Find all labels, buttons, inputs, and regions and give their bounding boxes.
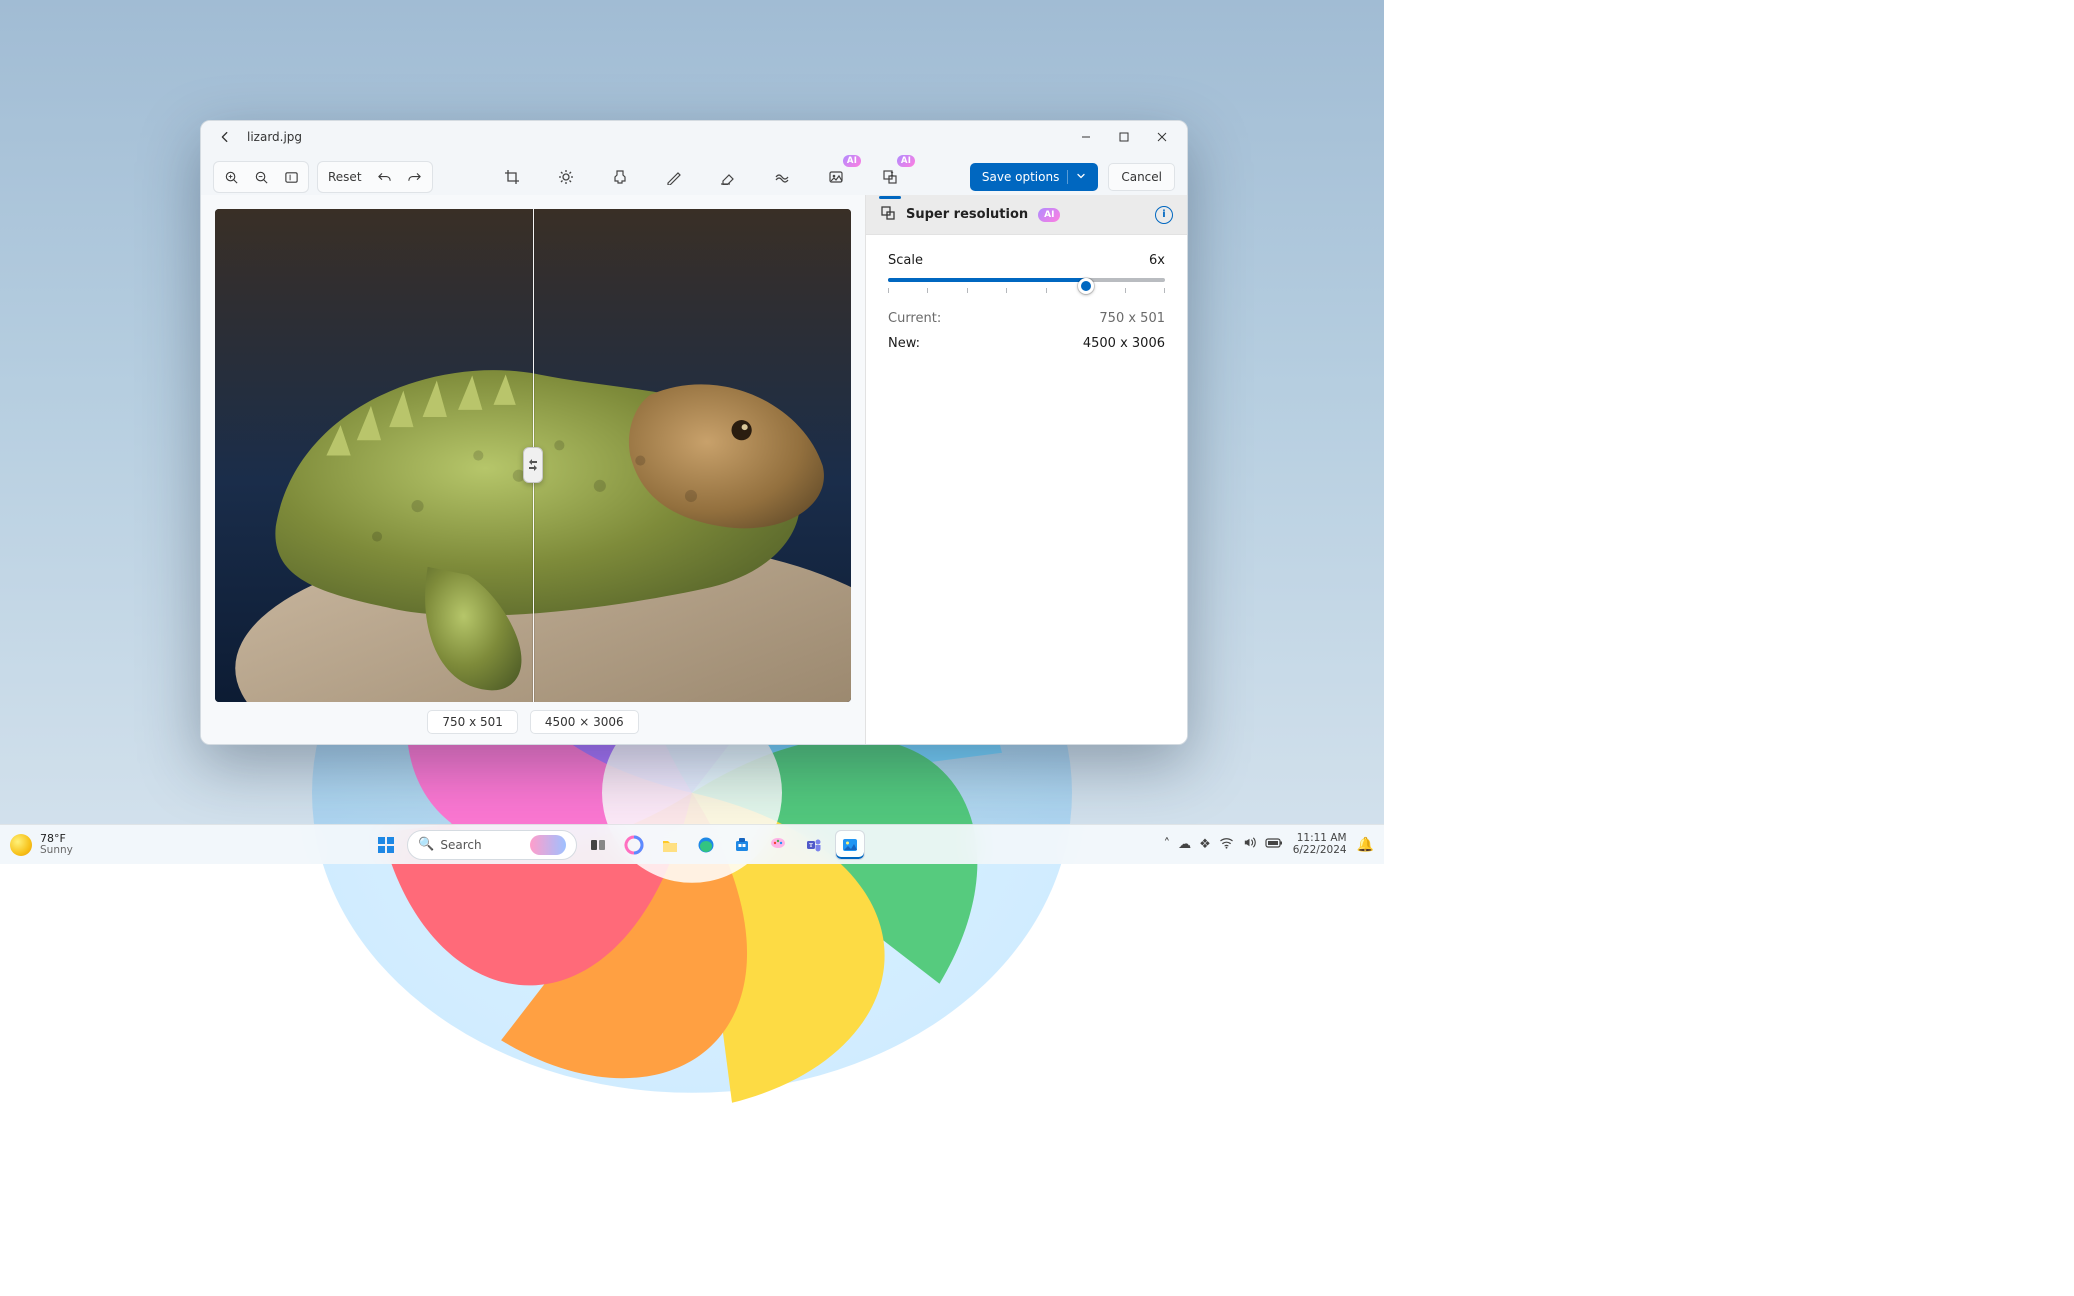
svg-text:T: T bbox=[809, 843, 813, 849]
retouch-tool[interactable] bbox=[767, 162, 797, 192]
wifi-icon[interactable] bbox=[1219, 835, 1234, 854]
filter-tool[interactable] bbox=[605, 162, 635, 192]
cancel-button[interactable]: Cancel bbox=[1108, 163, 1175, 191]
settings-tray-icon[interactable]: ❖ bbox=[1199, 837, 1211, 852]
desktop: lizard.jpg Reset bbox=[0, 0, 1384, 864]
markup-tool[interactable] bbox=[659, 162, 689, 192]
crop-tool[interactable] bbox=[497, 162, 527, 192]
taskbar: 78°F Sunny 🔍 Search T bbox=[0, 824, 1384, 864]
copilot-icon[interactable] bbox=[619, 830, 649, 860]
toolbar: Reset AI AI bbox=[201, 153, 1187, 195]
chevron-down-icon bbox=[1067, 170, 1086, 184]
search-icon: 🔍 bbox=[418, 837, 434, 852]
redo-button[interactable] bbox=[400, 164, 430, 190]
adjust-tool[interactable] bbox=[551, 162, 581, 192]
volume-icon[interactable] bbox=[1242, 835, 1257, 854]
search-placeholder: Search bbox=[440, 838, 481, 852]
right-dimension-badge: 4500 × 3006 bbox=[530, 710, 639, 734]
taskbar-search[interactable]: 🔍 Search bbox=[407, 830, 577, 860]
taskbar-clock[interactable]: 11:11 AM 6/22/2024 bbox=[1293, 833, 1347, 855]
close-button[interactable] bbox=[1143, 123, 1181, 151]
photos-window: lizard.jpg Reset bbox=[200, 120, 1188, 745]
super-res-icon bbox=[880, 205, 896, 224]
back-button[interactable] bbox=[211, 123, 239, 151]
weather-sun-icon bbox=[10, 834, 32, 856]
undo-button[interactable] bbox=[370, 164, 400, 190]
store-icon[interactable] bbox=[727, 830, 757, 860]
background-tool[interactable]: AI bbox=[821, 162, 851, 192]
photos-icon[interactable] bbox=[835, 830, 865, 860]
onedrive-icon[interactable]: ☁ bbox=[1178, 837, 1191, 852]
ai-badge-icon: AI bbox=[843, 155, 861, 167]
explorer-icon[interactable] bbox=[655, 830, 685, 860]
reset-button[interactable]: Reset bbox=[320, 164, 370, 190]
taskbar-date: 6/22/2024 bbox=[1293, 845, 1347, 856]
teams-icon[interactable]: T bbox=[799, 830, 829, 860]
new-value: 4500 x 3006 bbox=[1083, 336, 1165, 351]
super-resolution-tool[interactable]: AI bbox=[875, 162, 905, 192]
chevron-up-icon[interactable]: ˄ bbox=[1164, 837, 1171, 852]
compare-handle[interactable] bbox=[523, 447, 543, 483]
scale-value: 6x bbox=[1149, 253, 1165, 268]
panel-title: Super resolution bbox=[906, 207, 1028, 222]
image-viewer: 750 x 501 4500 × 3006 bbox=[201, 195, 865, 744]
paint-icon[interactable] bbox=[763, 830, 793, 860]
maximize-button[interactable] bbox=[1105, 123, 1143, 151]
current-label: Current: bbox=[888, 311, 941, 326]
save-button-label: Save options bbox=[982, 170, 1059, 184]
start-button[interactable] bbox=[371, 830, 401, 860]
system-tray[interactable]: ˄ ☁ ❖ bbox=[1164, 835, 1283, 854]
current-value: 750 x 501 bbox=[1099, 311, 1165, 326]
side-panel: Super resolution AI i Scale 6x bbox=[865, 195, 1187, 744]
save-options-button[interactable]: Save options bbox=[970, 163, 1098, 191]
taskbar-time: 11:11 AM bbox=[1297, 833, 1347, 844]
scale-slider[interactable] bbox=[888, 278, 1165, 293]
weather-condition: Sunny bbox=[40, 845, 73, 856]
titlebar: lizard.jpg bbox=[201, 121, 1187, 153]
battery-icon[interactable] bbox=[1265, 837, 1283, 853]
ai-badge-icon: AI bbox=[897, 155, 915, 167]
info-button[interactable]: i bbox=[1155, 206, 1173, 224]
minimize-button[interactable] bbox=[1067, 123, 1105, 151]
erase-tool[interactable] bbox=[713, 162, 743, 192]
notifications-icon[interactable]: 🔔 bbox=[1357, 837, 1374, 853]
file-title: lizard.jpg bbox=[247, 130, 302, 144]
fit-button[interactable] bbox=[276, 164, 306, 190]
task-view-icon[interactable] bbox=[583, 830, 613, 860]
scale-label: Scale bbox=[888, 253, 923, 268]
edge-icon[interactable] bbox=[691, 830, 721, 860]
zoom-out-button[interactable] bbox=[246, 164, 276, 190]
ai-badge-icon: AI bbox=[1038, 208, 1060, 222]
new-label: New: bbox=[888, 336, 920, 351]
zoom-in-button[interactable] bbox=[216, 164, 246, 190]
search-highlight-icon bbox=[530, 835, 566, 855]
left-dimension-badge: 750 x 501 bbox=[427, 710, 518, 734]
weather-widget[interactable]: 78°F Sunny bbox=[10, 833, 73, 856]
